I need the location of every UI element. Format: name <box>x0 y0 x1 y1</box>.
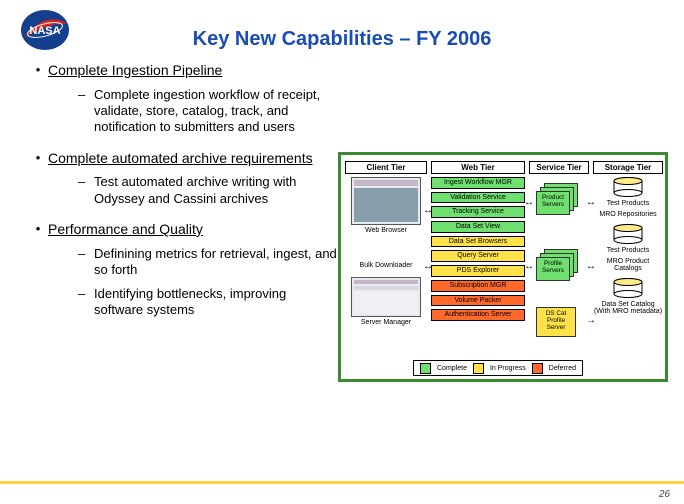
sub-3-1: Definining metrics for retrieval, ingest… <box>94 246 338 279</box>
arrow-icon <box>586 315 596 326</box>
tier-header: Web Tier <box>431 161 525 174</box>
cylinder-test-products-2 <box>612 224 644 244</box>
sub-3-2: Identifying bottlenecks, improving softw… <box>94 286 338 319</box>
storage-label: Test Products <box>593 247 663 254</box>
tier-header: Storage Tier <box>593 161 663 174</box>
tier-header: Service Tier <box>529 161 589 174</box>
bulk-label: Bulk Downloader <box>345 262 427 269</box>
footer-divider <box>0 481 684 484</box>
legend-swatch-complete <box>420 363 431 374</box>
arrow-icon <box>423 261 433 272</box>
server-manager-screenshot <box>351 277 421 317</box>
slide: NASA Key New Capabilities – FY 2006 • Co… <box>0 0 684 504</box>
architecture-diagram: Client Tier Web Browser Bulk Downloader … <box>338 152 668 382</box>
dash-mark: – <box>78 174 94 189</box>
bullet-mark: • <box>28 221 48 237</box>
dash-mark: – <box>78 87 94 102</box>
client-tier: Client Tier Web Browser Bulk Downloader … <box>345 161 427 357</box>
cylinder-test-products <box>612 177 644 197</box>
legend-complete: Complete <box>437 365 467 372</box>
arrow-icon <box>423 205 433 216</box>
web-box: Validation Service <box>431 192 525 204</box>
web-box: Data Set View <box>431 221 525 233</box>
legend-inprogress: In Progress <box>490 365 526 372</box>
web-box: Subscription MGR <box>431 280 525 292</box>
web-box: Ingest Workflow MGR <box>431 177 525 189</box>
web-box: Data Set Browsers <box>431 236 525 248</box>
arrow-icon <box>586 197 596 208</box>
web-box: PDS Explorer <box>431 265 525 277</box>
server-manager-label: Server Manager <box>345 319 427 326</box>
storage-label: MRO Repositories <box>593 211 663 218</box>
browser-label: Web Browser <box>345 227 427 234</box>
sub-1-1: Complete ingestion workflow of receipt, … <box>94 87 338 136</box>
bullet-mark: • <box>28 62 48 78</box>
bullet-head-2: Complete automated archive requirements <box>48 150 313 167</box>
page-number: 26 <box>659 489 670 500</box>
legend: Complete In Progress Deferred <box>413 360 583 376</box>
dash-mark: – <box>78 286 94 301</box>
sub-2-1: Test automated archive writing with Odys… <box>94 174 338 207</box>
web-box: Authentication Server <box>431 309 525 321</box>
legend-swatch-deferred <box>532 363 543 374</box>
bullet-mark: • <box>28 150 48 166</box>
arrow-icon <box>586 261 596 272</box>
arrow-icon <box>524 261 534 272</box>
legend-deferred: Deferred <box>549 365 576 372</box>
arrow-icon <box>524 197 534 208</box>
product-servers: Product Servers <box>536 183 582 215</box>
storage-label: MRO Product Catalogs <box>593 258 663 272</box>
dscat-profile-server: DS Cat Profile Server <box>536 299 582 335</box>
web-box: Volume Packer <box>431 295 525 307</box>
web-tier: Web Tier Ingest Workflow MGR Validation … <box>431 161 525 357</box>
dash-mark: – <box>78 246 94 261</box>
bullet-head-1: Complete Ingestion Pipeline <box>48 62 222 79</box>
tier-header: Client Tier <box>345 161 427 174</box>
storage-label: Test Products <box>593 200 663 207</box>
service-tier: Service Tier Product Servers Profile Ser… <box>529 161 589 357</box>
storage-label: Data Set Catalog (With MRO metadata) <box>593 301 663 315</box>
storage-tier: Storage Tier Test Products MRO Repositor… <box>593 161 663 357</box>
web-box: Query Server <box>431 250 525 262</box>
profile-servers: Profile Servers <box>536 249 582 281</box>
slide-title: Key New Capabilities – FY 2006 <box>0 28 684 51</box>
cylinder-ds-catalog <box>612 278 644 298</box>
bullet-head-3: Performance and Quality <box>48 221 203 238</box>
web-box: Tracking Service <box>431 206 525 218</box>
content-area: • Complete Ingestion Pipeline –Complete … <box>28 62 338 333</box>
browser-screenshot <box>351 177 421 225</box>
legend-swatch-inprogress <box>473 363 484 374</box>
